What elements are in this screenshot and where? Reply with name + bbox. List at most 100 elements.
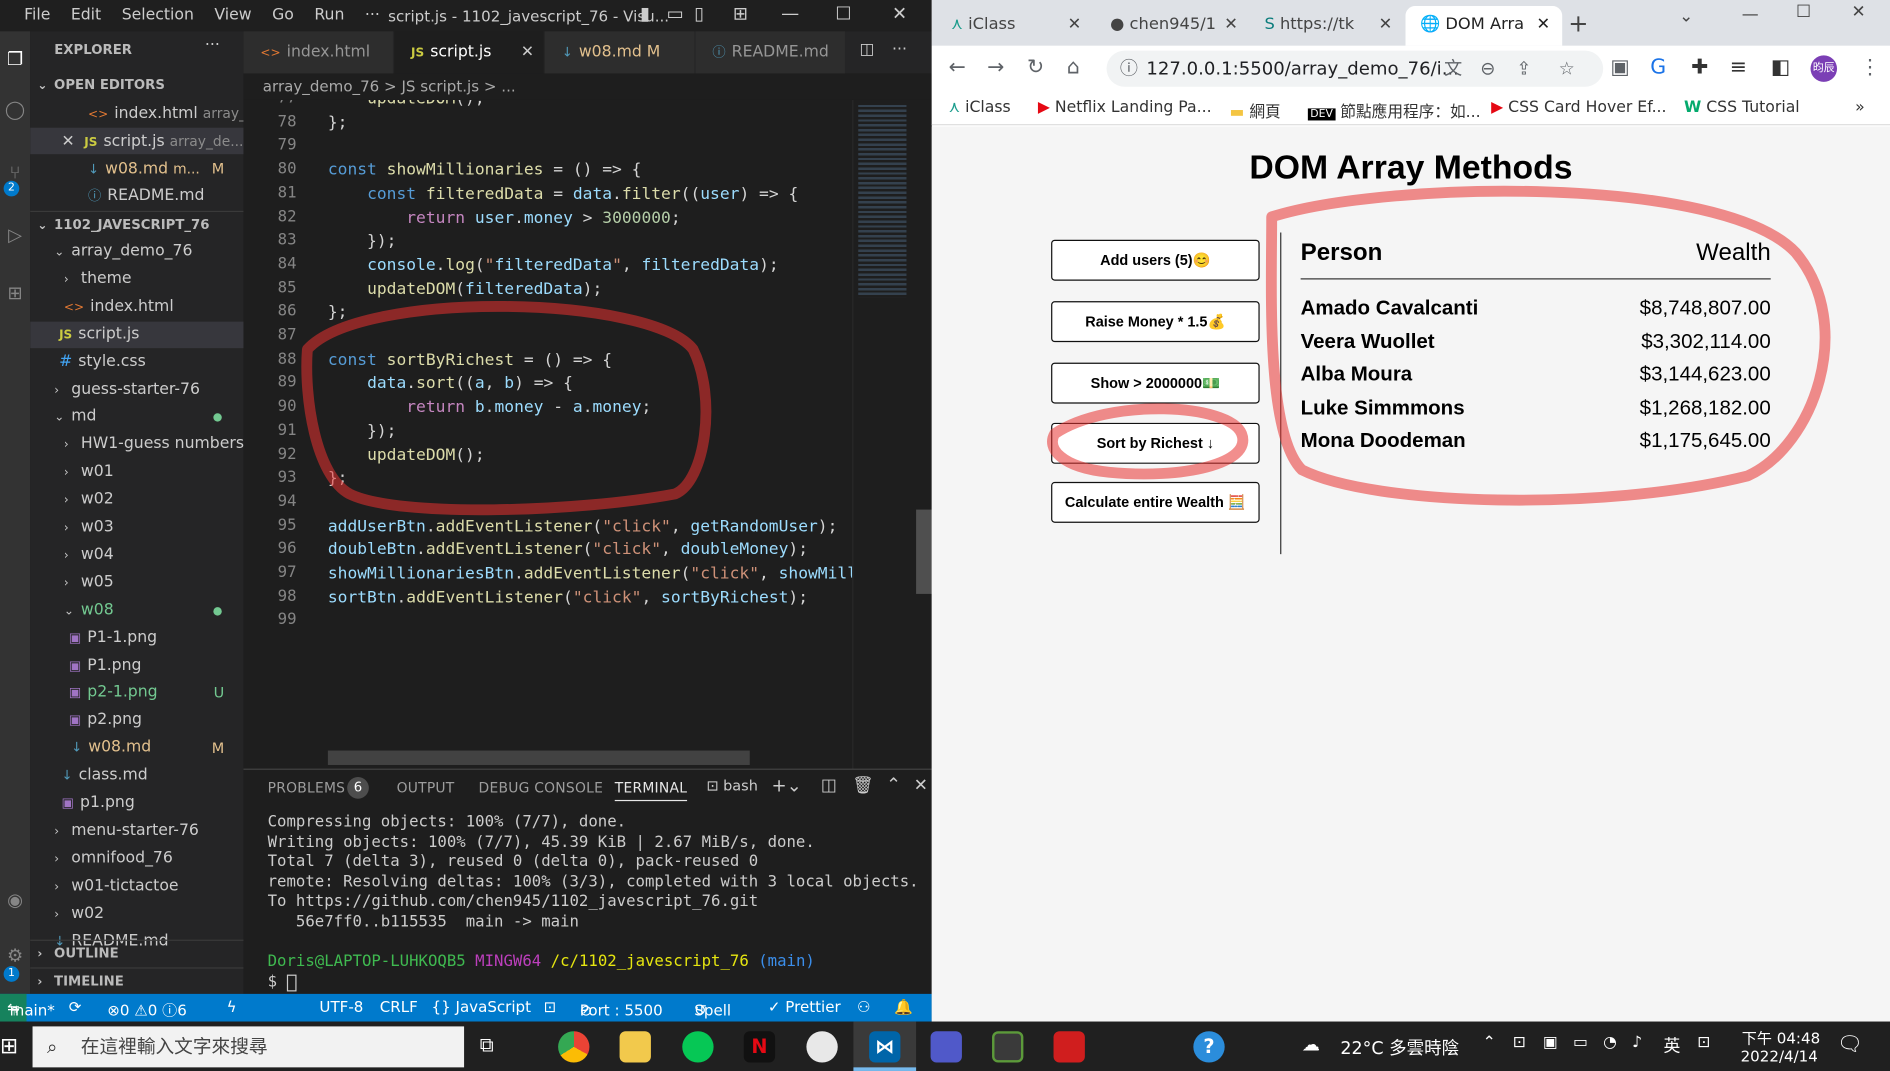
tree-file[interactable]: ↓ class.md: [30, 763, 243, 790]
profile-avatar[interactable]: 昀辰: [1810, 55, 1838, 82]
code-line[interactable]: updateDOM();: [328, 445, 485, 464]
breadcrumb[interactable]: array_demo_76 > JS script.js > ...: [243, 73, 932, 100]
code-line[interactable]: doubleBtn.addEventListener("click", doub…: [328, 540, 808, 559]
extension-icon[interactable]: ▣: [1610, 55, 1629, 79]
browser-tab[interactable]: ⋏ iClass ✕: [937, 6, 1094, 46]
search-icon[interactable]: ◯: [0, 99, 30, 121]
code-line[interactable]: sortBtn.addEventListener("click", sortBy…: [328, 588, 808, 607]
outline-header[interactable]: › OUTLINE: [30, 939, 244, 967]
terminal-shell[interactable]: ⊡ bash: [706, 777, 757, 794]
line-app-icon[interactable]: [682, 1031, 714, 1063]
extensions-puzzle-icon[interactable]: ✚: [1691, 55, 1708, 79]
bookmark-item[interactable]: ⋏ iClass: [949, 99, 1011, 117]
tree-file[interactable]: ▣ p2.png: [30, 708, 243, 735]
minimize-icon[interactable]: —: [781, 2, 799, 24]
battery-icon[interactable]: ▭: [1573, 1034, 1588, 1052]
close-editor-icon[interactable]: ✕: [61, 133, 74, 151]
source-control-icon[interactable]: ⑂: [0, 161, 30, 183]
tree-folder[interactable]: › w04: [30, 542, 243, 569]
tree-file[interactable]: ↓ w08.md M: [30, 735, 243, 762]
tree-file[interactable]: # style.css: [30, 349, 243, 376]
tray-display-icon[interactable]: ▣: [1543, 1034, 1558, 1052]
code-line[interactable]: };: [328, 303, 348, 322]
minimize-icon[interactable]: —: [1742, 5, 1759, 24]
address-bar[interactable]: ⓘ 127.0.0.1:5500/array_demo_76/i... 文 ⊖ …: [1106, 50, 1604, 87]
tree-file[interactable]: <> index.html: [30, 294, 243, 321]
eol-status[interactable]: CRLF: [380, 997, 418, 1015]
clock-time[interactable]: 下午 04:48: [1742, 1025, 1820, 1048]
share-icon[interactable]: ⇪: [1516, 51, 1531, 87]
code-line[interactable]: updateDOM(filteredData);: [328, 279, 602, 298]
tree-folder[interactable]: ⌄ array_demo_76: [30, 239, 243, 266]
back-icon[interactable]: ←: [949, 55, 966, 79]
extensions-icon[interactable]: ⊞: [0, 282, 30, 304]
open-editors-header[interactable]: ⌄ OPEN EDITORS: [30, 72, 243, 99]
code-line[interactable]: });: [328, 421, 396, 440]
sort-richest-button[interactable]: Sort by Richest ↓: [1051, 422, 1260, 464]
bookmark-item[interactable]: ▶ Netflix Landing Pa...: [1038, 99, 1212, 117]
tab-readme[interactable]: ⓘ README.md: [695, 31, 845, 74]
settings-gear-icon[interactable]: ⚙: [0, 944, 30, 966]
tree-file[interactable]: JS script.js: [30, 321, 244, 348]
tree-file[interactable]: ▣ P1.png: [30, 652, 243, 679]
taskbar-search[interactable]: ⌕ 在這裡輸入文字來搜尋: [32, 1026, 465, 1068]
code-line[interactable]: updateDOM();: [328, 100, 485, 108]
bookmark-star-icon[interactable]: ☆: [1559, 51, 1575, 87]
browser-tab[interactable]: S https://tk ✕: [1250, 6, 1404, 46]
menu-item[interactable]: Selection: [122, 6, 194, 24]
tree-folder[interactable]: › w02: [30, 901, 243, 928]
language-status[interactable]: {} JavaScript: [432, 997, 532, 1015]
browser-tab-active[interactable]: 🌐 DOM Arra ✕: [1405, 6, 1563, 46]
weather-text[interactable]: 22°C 多雲時陰: [1340, 1035, 1459, 1060]
tray-meet-icon[interactable]: ⊡: [1513, 1034, 1526, 1052]
run-debug-icon[interactable]: ▷: [0, 224, 30, 246]
tab-index-html[interactable]: <> index.html: [243, 31, 393, 74]
translate-ext-icon[interactable]: G: [1650, 55, 1666, 79]
problems-status[interactable]: ⊗0 ⚠0 ⓘ6: [107, 997, 187, 1020]
open-editor-item[interactable]: <> index.html array_...: [30, 100, 243, 127]
trash-icon[interactable]: 🗑: [852, 776, 873, 795]
more-actions-icon[interactable]: ···: [892, 41, 907, 59]
close-icon[interactable]: ✕: [892, 2, 907, 24]
tab-terminal[interactable]: TERMINAL: [614, 779, 688, 802]
more-actions-icon[interactable]: ···: [205, 36, 220, 54]
toggle-secondary-icon[interactable]: ▯: [694, 2, 704, 24]
toggle-panel-icon[interactable]: ▭: [667, 2, 684, 24]
tree-folder[interactable]: › w05: [30, 570, 243, 597]
tab-debug-console[interactable]: DEBUG CONSOLE: [479, 779, 604, 796]
project-header[interactable]: ⌄ 1102_JAVESCRIPT_76: [30, 210, 244, 238]
close-panel-icon[interactable]: ✕: [914, 776, 928, 795]
help-app-icon[interactable]: ?: [1193, 1031, 1225, 1063]
menu-kebab-icon[interactable]: ⋮: [1860, 55, 1880, 79]
open-editor-item[interactable]: ⓘ README.md: [30, 183, 243, 210]
add-users-button[interactable]: Add users (5)😊: [1051, 239, 1260, 281]
code-line[interactable]: showMillionariesBtn.addEventListener("cl…: [328, 564, 852, 583]
bookmark-item[interactable]: ▶ CSS Card Hover Ef...: [1491, 99, 1666, 117]
snipping-app-icon[interactable]: [806, 1031, 838, 1063]
maximize-panel-icon[interactable]: ⌃: [886, 773, 901, 795]
close-tab-icon[interactable]: ✕: [1068, 6, 1082, 42]
explorer-icon[interactable]: ❐: [0, 48, 30, 70]
tree-folder[interactable]: › w01: [30, 459, 243, 486]
encoding-status[interactable]: UTF-8: [319, 997, 363, 1015]
code-line[interactable]: const filteredData = data.filter((user) …: [328, 184, 798, 203]
browser-tab[interactable]: ● chen945/1 ✕: [1096, 6, 1248, 46]
teams-app-icon[interactable]: [930, 1031, 962, 1063]
forward-icon[interactable]: →: [987, 55, 1004, 79]
show-millionaires-button[interactable]: Show > 2000000💵: [1051, 362, 1260, 404]
volume-icon[interactable]: ♪: [1632, 1034, 1642, 1052]
vertical-scrollbar[interactable]: [916, 509, 933, 594]
lightning-icon[interactable]: ϟ: [227, 997, 237, 1015]
netflix-app-icon[interactable]: N: [743, 1031, 776, 1063]
tab-problems[interactable]: PROBLEMS: [268, 779, 346, 796]
layout-icon[interactable]: ⊞: [733, 2, 748, 24]
menu-item[interactable]: File: [24, 6, 50, 24]
tab-search-icon[interactable]: ⌄: [1679, 7, 1693, 26]
vscode-app-icon[interactable]: ⋈: [869, 1031, 901, 1063]
bookmark-item[interactable]: ▬ 網頁: [1230, 99, 1281, 122]
code-line[interactable]: addUserBtn.addEventListener("click", get…: [328, 516, 838, 535]
reload-icon[interactable]: ↻: [1027, 55, 1044, 79]
maximize-icon[interactable]: ☐: [1796, 2, 1811, 21]
wifi-icon[interactable]: ◔: [1603, 1034, 1617, 1052]
tree-file[interactable]: ▣ P1-1.png: [30, 625, 243, 652]
